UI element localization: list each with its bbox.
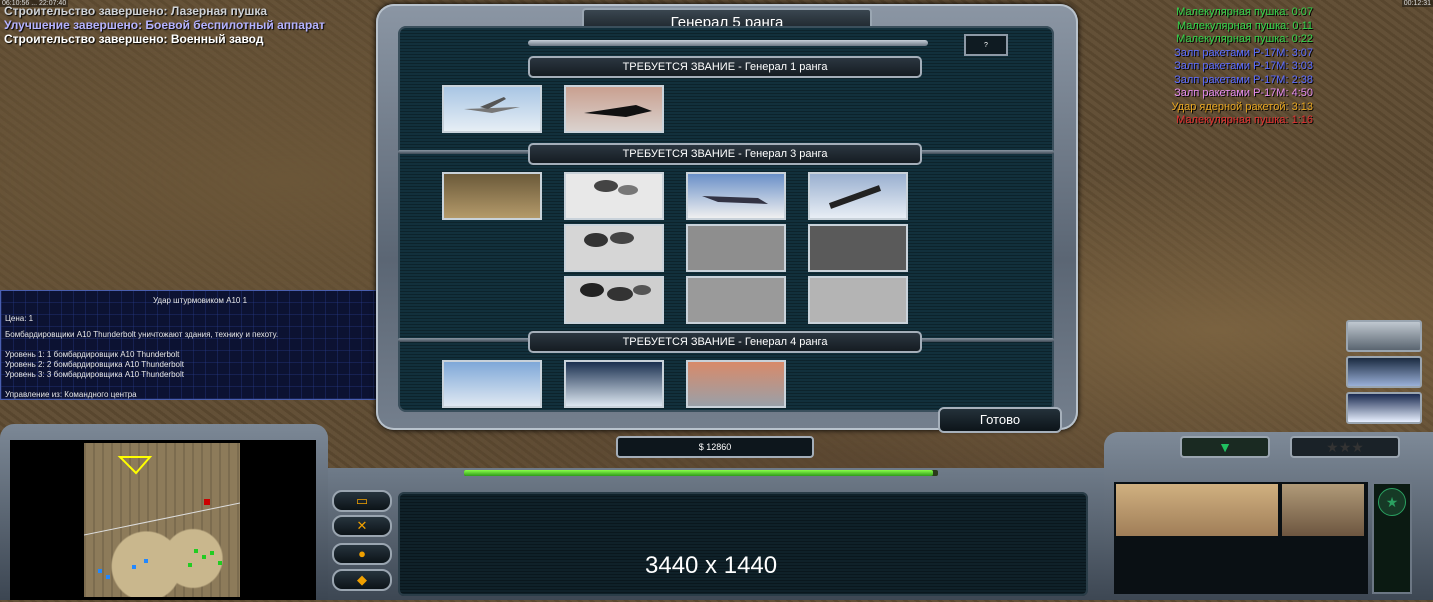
- tooltip-description: Бомбардировщики А10 Thunderbolt уничтожа…: [5, 330, 279, 339]
- power-repair-3[interactable]: [808, 276, 908, 324]
- timer-line: Удар ядерной ракетой: 3:13: [1171, 100, 1313, 113]
- rank-meter: ★: [1372, 482, 1412, 594]
- minimap-units: [83, 456, 241, 579]
- power-tooltip: Удар штурмовиком А10 1 Цена: 1 Бомбардир…: [0, 290, 400, 400]
- timer-line: Залп ракетами Р-17М: 3:03: [1174, 60, 1313, 72]
- tooltip-level: Уровень 1: 1 бомбардировщик А10 Thunderb…: [5, 350, 180, 359]
- power-bomber[interactable]: [564, 360, 664, 408]
- power-paradrop-1[interactable]: [564, 172, 664, 220]
- superweapon-timers: Малекулярная пушка: 0:07 Малекулярная пуш…: [1172, 6, 1313, 128]
- alert-icon: ●: [358, 546, 366, 561]
- tooltip-level: Уровень 2: 2 бомбардировщика А10 Thunder…: [5, 360, 184, 369]
- minimap[interactable]: [83, 443, 241, 597]
- tooltip-control: Управление из: Командного центра: [5, 390, 137, 399]
- general-power-button[interactable]: [1346, 320, 1422, 352]
- command-panel: [398, 492, 1088, 596]
- power-paradrop-2[interactable]: [564, 224, 664, 272]
- tools-icon: ✕: [356, 518, 368, 533]
- timer-line: Залп ракетами Р-17М: 3:07: [1174, 46, 1313, 59]
- selected-units: [1114, 482, 1368, 594]
- jet-icon: [702, 196, 768, 204]
- section-header: ТРЕБУЕТСЯ ЗВАНИЕ - Генерал 1 ранга: [528, 56, 922, 78]
- tooltip-cost: Цена: 1: [5, 314, 34, 323]
- power-airstrike[interactable]: [686, 172, 786, 220]
- timer-line: Малекулярная пушка: 0:22: [1176, 33, 1313, 45]
- drone-icon: [464, 97, 520, 113]
- power-a10-strike[interactable]: [686, 360, 786, 408]
- power-drone[interactable]: [442, 85, 542, 133]
- options-button[interactable]: ▼: [1180, 436, 1270, 458]
- general-power-button[interactable]: [1346, 392, 1422, 424]
- tooltip-title: Удар штурмовиком А10 1: [152, 296, 248, 305]
- event-message: Строительство завершено: Военный завод: [4, 32, 264, 46]
- power-airstrike-2[interactable]: [686, 224, 786, 272]
- general-power-button[interactable]: [1346, 356, 1422, 388]
- triangle-down-icon: ▼: [1218, 439, 1232, 455]
- unit-portrait[interactable]: [1116, 484, 1278, 536]
- section-header: ТРЕБУЕТСЯ ЗВАНИЕ - Генерал 4 ранга: [528, 331, 922, 353]
- power-airstrike-3[interactable]: [686, 276, 786, 324]
- power-bar-fill: [464, 470, 934, 476]
- parachute-icon: [584, 232, 634, 247]
- timer-line: Малекулярная пушка: 0:07: [1176, 6, 1313, 18]
- general-powers-dialog: Генерал 5 ранга ? ТРЕБУЕТСЯ ЗВАНИЕ - Ген…: [376, 4, 1078, 433]
- points-indicator: ?: [964, 34, 1008, 56]
- game-clock-right: 00:12:31: [1401, 0, 1433, 7]
- power-supply-drop[interactable]: [442, 360, 542, 408]
- power-paradrop-3[interactable]: [564, 276, 664, 324]
- chat-button[interactable]: ◆: [332, 569, 392, 591]
- money-display: $ 12860: [616, 436, 814, 458]
- unit-portrait[interactable]: [1282, 484, 1364, 536]
- divider: [528, 40, 928, 46]
- section-header: ТРЕБУЕТСЯ ЗВАНИЕ - Генерал 3 ранга: [528, 143, 922, 165]
- timer-line: Малекулярная пушка: 0:11: [1177, 19, 1313, 32]
- parachute-icon: [580, 283, 651, 301]
- wrench-icon: [828, 185, 882, 209]
- powers-panel: ? ТРЕБУЕТСЯ ЗВАНИЕ - Генерал 1 ранга ТРЕ…: [398, 26, 1062, 433]
- tools-button[interactable]: ✕: [332, 515, 392, 537]
- rank-button[interactable]: ★★★: [1290, 436, 1400, 458]
- resolution-overlay: 3440 x 1440: [645, 552, 778, 579]
- event-message: Улучшение завершено: Боевой беспилотный …: [4, 18, 325, 32]
- chat-icon: ◆: [357, 572, 367, 587]
- build-button[interactable]: ▭: [332, 490, 392, 512]
- power-repair-2[interactable]: [808, 224, 908, 272]
- build-icon: ▭: [355, 493, 369, 508]
- power-repair[interactable]: [808, 172, 908, 220]
- timer-line: Малекулярная пушка: 1:16: [1176, 114, 1313, 126]
- power-sniper[interactable]: [442, 172, 542, 220]
- event-messages: Строительство завершено: Лазерная пушка …: [4, 4, 325, 46]
- timer-line: Залп ракетами Р-17М: 4:50: [1174, 87, 1313, 99]
- power-stealth-bomber[interactable]: [564, 85, 664, 133]
- done-button[interactable]: Готово: [938, 407, 1062, 433]
- alert-button[interactable]: ●: [332, 543, 392, 565]
- general-emblem-icon: ★: [1378, 488, 1406, 516]
- timer-line: Залп ракетами Р-17М: 2:38: [1174, 73, 1313, 86]
- stealth-bomber-icon: [584, 105, 652, 117]
- parachute-icon: [594, 180, 638, 195]
- rank-stars-icon: ★★★: [1326, 439, 1364, 455]
- power-bar: [464, 470, 938, 476]
- event-message: Строительство завершено: Лазерная пушка: [4, 4, 268, 18]
- tooltip-level: Уровень 3: 3 бомбардировщика А10 Thunder…: [5, 370, 184, 379]
